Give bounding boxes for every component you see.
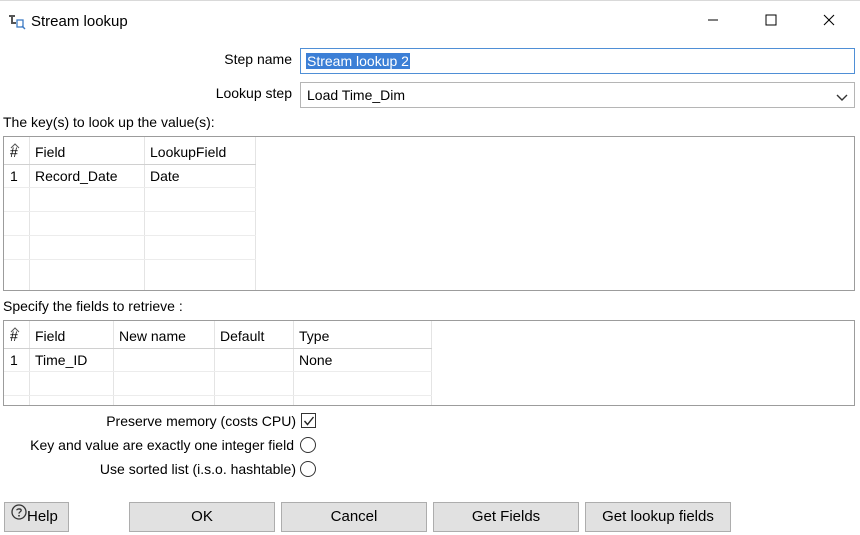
preserve-memory-checkbox[interactable] [301,413,316,428]
step-name-input[interactable]: Stream lookup 2 [300,48,855,74]
table-cell[interactable]: Date [144,164,255,188]
keys-table[interactable]: # Field LookupField 1 Record_Date Date [3,136,855,291]
retrieve-col-new-name[interactable]: New name [113,321,214,348]
stream-lookup-icon [8,14,26,30]
retrieve-col-number[interactable]: # [4,321,29,348]
keys-section-label: The key(s) to look up the value(s): [3,114,215,130]
minimize-icon [707,13,719,29]
sort-caret-icon [10,321,20,343]
title-bar: Stream lookup [0,1,860,41]
lookup-step-select[interactable]: Load Time_Dim [300,82,855,108]
window-title: Stream lookup [31,13,128,30]
sort-caret-icon [10,137,20,159]
cancel-button[interactable]: Cancel [281,502,427,532]
retrieve-col-field[interactable]: Field [29,321,113,348]
help-button[interactable]: Help [4,502,69,532]
retrieve-section-label: Specify the fields to retrieve : [3,298,183,314]
lookup-step-value: Load Time_Dim [307,87,406,103]
chevron-down-icon [836,90,848,106]
table-cell[interactable]: Time_ID [29,348,113,372]
table-cell[interactable]: Record_Date [29,164,144,188]
step-name-value: Stream lookup 2 [306,53,410,69]
integer-pair-label: Key and value are exactly one integer fi… [30,437,294,453]
get-fields-button[interactable]: Get Fields [433,502,579,532]
table-cell[interactable]: 1 [4,348,29,372]
ok-button[interactable]: OK [129,502,275,532]
step-name-label: Step name [224,51,292,67]
minimize-button[interactable] [690,1,736,41]
table-cell[interactable] [214,348,293,372]
preserve-memory-label: Preserve memory (costs CPU) [106,413,296,429]
keys-col-lookupfield[interactable]: LookupField [144,137,255,164]
question-circle-icon [11,502,27,530]
table-cell[interactable] [113,348,214,372]
table-cell[interactable]: 1 [4,164,29,188]
sorted-list-radio[interactable] [300,461,316,477]
sorted-list-label: Use sorted list (i.s.o. hashtable) [99,461,296,477]
maximize-button[interactable] [748,1,794,41]
retrieve-table[interactable]: # Field New name Default Type 1 Time_ID … [3,320,855,406]
retrieve-col-type[interactable]: Type [293,321,431,348]
maximize-icon [765,13,777,29]
table-cell[interactable]: None [293,348,431,372]
lookup-step-label: Lookup step [215,85,292,101]
integer-pair-radio[interactable] [300,437,316,453]
retrieve-col-default[interactable]: Default [214,321,293,348]
keys-col-field[interactable]: Field [29,137,144,164]
checkmark-icon [303,414,315,430]
close-button[interactable] [806,1,852,41]
close-icon [823,13,835,29]
get-lookup-fields-button[interactable]: Get lookup fields [585,502,731,532]
keys-col-number[interactable]: # [4,137,29,164]
